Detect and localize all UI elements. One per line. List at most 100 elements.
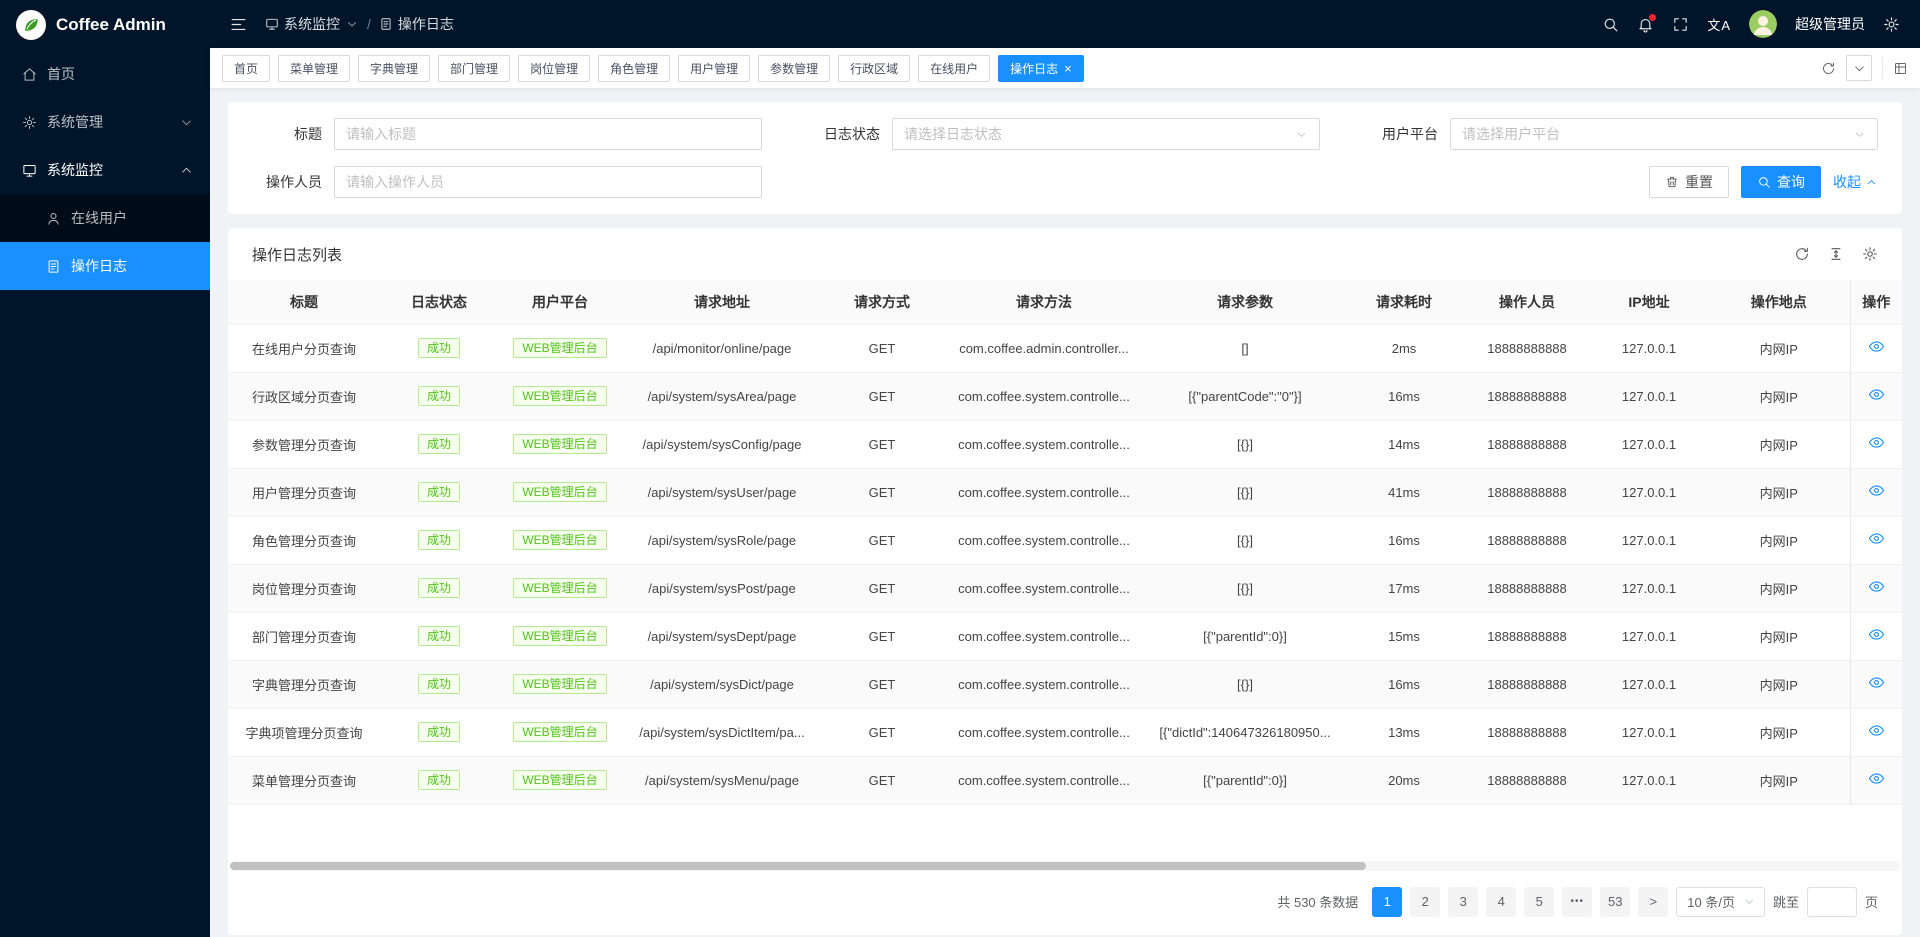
sidebar-item-system-monitor[interactable]: 系统监控	[0, 146, 210, 194]
chevron-down-icon	[1853, 128, 1866, 141]
cell-platform: WEB管理后台	[498, 612, 622, 660]
sidebar-item-home[interactable]: 首页	[0, 50, 210, 98]
pagination-page-53[interactable]: 53	[1600, 887, 1630, 917]
table-row: 角色管理分页查询成功WEB管理后台/api/system/sysRole/pag…	[228, 516, 1902, 564]
list-title: 操作日志列表	[252, 244, 342, 265]
home-icon	[22, 67, 37, 82]
platform-badge: WEB管理后台	[513, 434, 606, 454]
cell-func: com.coffee.system.controlle...	[942, 468, 1146, 516]
page-size-select[interactable]: 10 条/页	[1676, 887, 1765, 917]
view-detail-eye-icon[interactable]	[1868, 386, 1885, 403]
title-input[interactable]	[346, 126, 750, 142]
pagination-page-4[interactable]: 4	[1486, 887, 1516, 917]
chevron-down-icon	[1743, 895, 1756, 908]
chevron-up-icon	[1865, 176, 1878, 189]
cell-params: [{}]	[1146, 660, 1344, 708]
pagination-next-button[interactable]: >	[1638, 887, 1668, 917]
platform-badge: WEB管理后台	[513, 578, 606, 598]
view-detail-eye-icon[interactable]	[1868, 434, 1885, 451]
view-detail-eye-icon[interactable]	[1868, 722, 1885, 739]
query-button[interactable]: 查询	[1741, 166, 1821, 198]
tab-item[interactable]: 行政区域	[838, 55, 910, 82]
layout-icon[interactable]	[1893, 61, 1908, 76]
collapse-filter-link[interactable]: 收起	[1833, 172, 1878, 192]
tab-item[interactable]: 部门管理	[438, 55, 510, 82]
pagination-ellipsis[interactable]: •••	[1562, 887, 1592, 917]
view-detail-eye-icon[interactable]	[1868, 578, 1885, 595]
operator-input[interactable]	[346, 174, 750, 190]
column-height-icon[interactable]	[1828, 246, 1844, 262]
column-header: 用户平台	[498, 280, 622, 324]
refresh-tabs-icon[interactable]	[1821, 61, 1836, 76]
view-detail-eye-icon[interactable]	[1868, 626, 1885, 643]
cell-operator: 18888888888	[1464, 324, 1590, 372]
tab-close-icon[interactable]: ×	[1064, 62, 1072, 75]
translate-icon[interactable]: 文A	[1707, 15, 1731, 34]
table-header-row: 标题日志状态用户平台请求地址请求方式请求方法请求参数请求耗时操作人员IP地址操作…	[228, 280, 1902, 324]
cell-func: com.coffee.system.controlle...	[942, 372, 1146, 420]
tab-item[interactable]: 字典管理	[358, 55, 430, 82]
cell-method: GET	[822, 468, 942, 516]
log-list-card: 操作日志列表 标题日志状态用户平台请求地址请求方式请求方法请求参数请求耗时操作人…	[228, 228, 1902, 935]
tab-item[interactable]: 岗位管理	[518, 55, 590, 82]
sidebar-item-online-users[interactable]: 在线用户	[0, 194, 210, 242]
breadcrumb-item-operation-log[interactable]: 操作日志	[379, 14, 454, 34]
platform-badge: WEB管理后台	[513, 338, 606, 358]
user-avatar[interactable]	[1749, 10, 1777, 38]
view-detail-eye-icon[interactable]	[1868, 482, 1885, 499]
tab-item[interactable]: 角色管理	[598, 55, 670, 82]
cell-status: 成功	[380, 420, 498, 468]
status-badge: 成功	[418, 338, 460, 358]
pagination-page-1[interactable]: 1	[1372, 887, 1402, 917]
status-badge: 成功	[418, 722, 460, 742]
cell-location: 内网IP	[1708, 468, 1850, 516]
cell-url: /api/system/sysConfig/page	[622, 420, 822, 468]
view-detail-eye-icon[interactable]	[1868, 530, 1885, 547]
cell-url: /api/monitor/online/page	[622, 324, 822, 372]
pagination-page-3[interactable]: 3	[1448, 887, 1478, 917]
status-select[interactable]: 请选择日志状态	[892, 118, 1320, 150]
cell-duration: 16ms	[1344, 516, 1464, 564]
cell-ip: 127.0.0.1	[1590, 420, 1708, 468]
table-settings-gear-icon[interactable]	[1862, 246, 1878, 262]
cell-title: 角色管理分页查询	[228, 516, 380, 564]
pagination-page-2[interactable]: 2	[1410, 887, 1440, 917]
tab-item[interactable]: 操作日志×	[998, 55, 1084, 82]
tab-item[interactable]: 参数管理	[758, 55, 830, 82]
collapse-sidebar-icon[interactable]	[230, 16, 247, 33]
cell-action	[1850, 372, 1902, 420]
document-icon	[379, 17, 393, 31]
sidebar-item-operation-log[interactable]: 操作日志	[0, 242, 210, 290]
breadcrumb-item-system-monitor[interactable]: 系统监控	[265, 14, 359, 34]
sidebar-item-system-management[interactable]: 系统管理	[0, 98, 210, 146]
tabs-dropdown-chevron-icon[interactable]	[1846, 55, 1872, 81]
platform-badge: WEB管理后台	[513, 386, 606, 406]
view-detail-eye-icon[interactable]	[1868, 674, 1885, 691]
view-detail-eye-icon[interactable]	[1868, 338, 1885, 355]
search-icon[interactable]	[1602, 16, 1619, 33]
cell-func: com.coffee.system.controlle...	[942, 612, 1146, 660]
refresh-table-icon[interactable]	[1794, 246, 1810, 262]
notification-bell-icon[interactable]	[1637, 16, 1654, 33]
jump-page-input[interactable]	[1807, 887, 1857, 917]
cell-params: [{"parentId":0}]	[1146, 756, 1344, 804]
reset-button[interactable]: 重置	[1649, 166, 1729, 198]
cell-url: /api/system/sysRole/page	[622, 516, 822, 564]
jump-to-label: 跳至	[1773, 892, 1799, 911]
pagination-page-5[interactable]: 5	[1524, 887, 1554, 917]
tab-item[interactable]: 在线用户	[918, 55, 990, 82]
tab-item[interactable]: 用户管理	[678, 55, 750, 82]
tab-item[interactable]: 菜单管理	[278, 55, 350, 82]
horizontal-scrollbar-thumb[interactable]	[230, 862, 1366, 870]
username-label[interactable]: 超级管理员	[1795, 14, 1865, 34]
settings-gear-icon[interactable]	[1883, 16, 1900, 33]
cell-platform: WEB管理后台	[498, 516, 622, 564]
cell-method: GET	[822, 324, 942, 372]
tab-item[interactable]: 首页	[222, 55, 270, 82]
fullscreen-icon[interactable]	[1672, 16, 1689, 33]
platform-select[interactable]: 请选择用户平台	[1450, 118, 1878, 150]
cell-action	[1850, 420, 1902, 468]
view-detail-eye-icon[interactable]	[1868, 770, 1885, 787]
cell-title: 行政区域分页查询	[228, 372, 380, 420]
platform-badge: WEB管理后台	[513, 482, 606, 502]
